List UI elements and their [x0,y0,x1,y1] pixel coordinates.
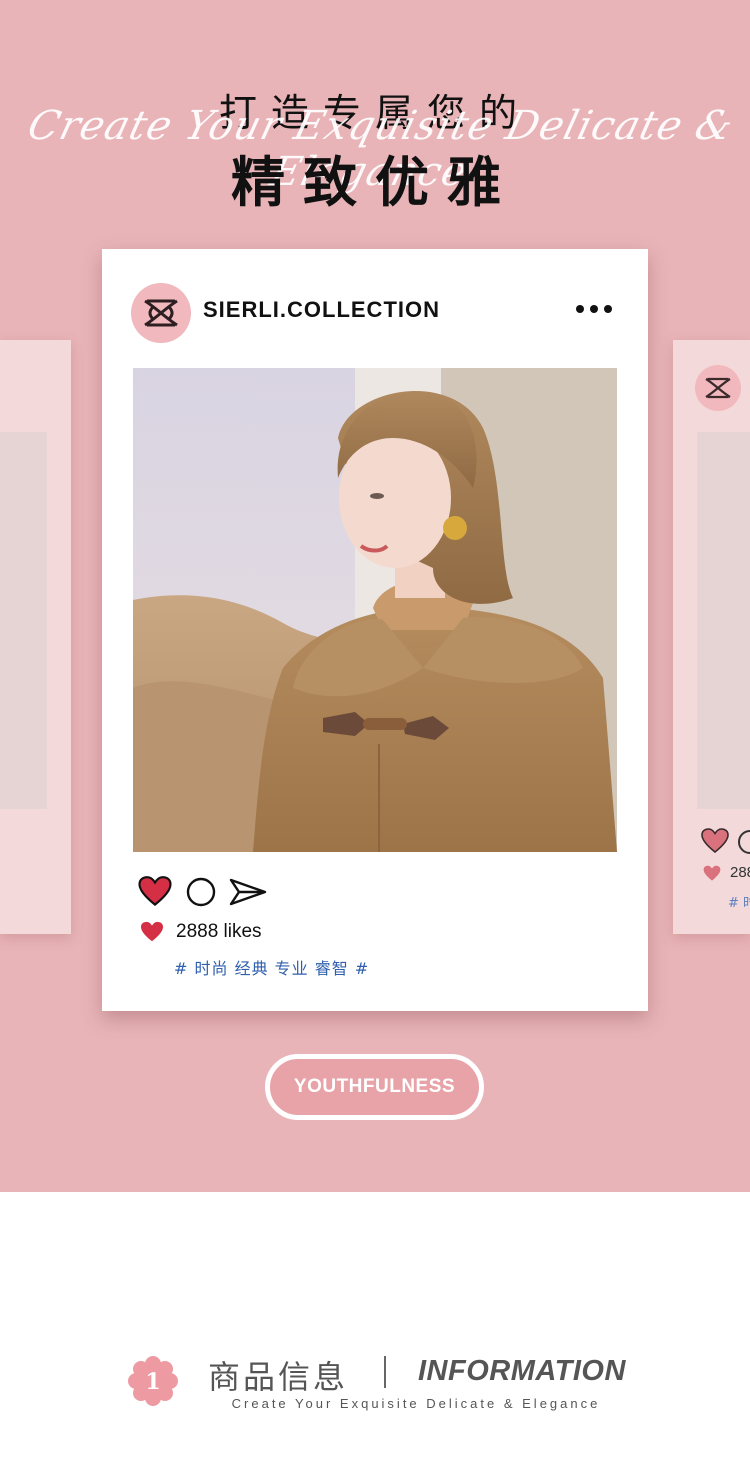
sierli-logo-icon [705,377,731,399]
side-card-photo [0,432,47,809]
youthfulness-badge[interactable]: YOUTHFULNESS [265,1054,484,1120]
account-handle[interactable]: SIERLI.COLLECTION [203,297,440,323]
section-title-cn: 商品信息 [208,1358,349,1396]
avatar[interactable] [131,283,191,343]
woman-in-camel-coat-image [133,368,617,852]
comment-icon [738,830,750,854]
heart-icon [703,865,721,881]
more-dots-icon[interactable] [576,305,612,313]
hashtags[interactable]: # 时尚 经典 专业 睿智 # [174,955,369,979]
side-likes-text: 288 [730,864,750,881]
headline-line2: 精致优雅 [231,151,519,214]
pink-banner: 打造专属您的 Create Your Exquisite Delicate & … [0,0,750,1192]
section-number: 1 [145,1369,160,1395]
sierli-logo-icon [144,299,178,327]
comment-icon[interactable] [186,877,216,907]
likes-count[interactable]: 2888 likes [176,921,262,943]
post-card: SIERLI.COLLECTION 2888 likes # 时尚 经典 专业 … [102,249,648,1011]
side-card-photo [697,432,750,809]
side-hashtags: # 时 [728,896,750,911]
heart-icon [141,921,163,942]
likes-row: 2888 likes [140,921,262,943]
side-card-right[interactable]: 288 # 时 [673,340,750,934]
side-avatar [695,365,741,411]
heart-icon [701,828,729,854]
post-photo [133,368,617,852]
section-divider [384,1356,386,1388]
section-subtitle: Create Your Exquisite Delicate & Eleganc… [231,1396,601,1411]
section-title-en: INFORMATION [418,1355,626,1387]
share-send-icon[interactable] [229,877,267,907]
like-heart-icon[interactable] [138,876,172,907]
side-card-left[interactable] [0,340,71,934]
